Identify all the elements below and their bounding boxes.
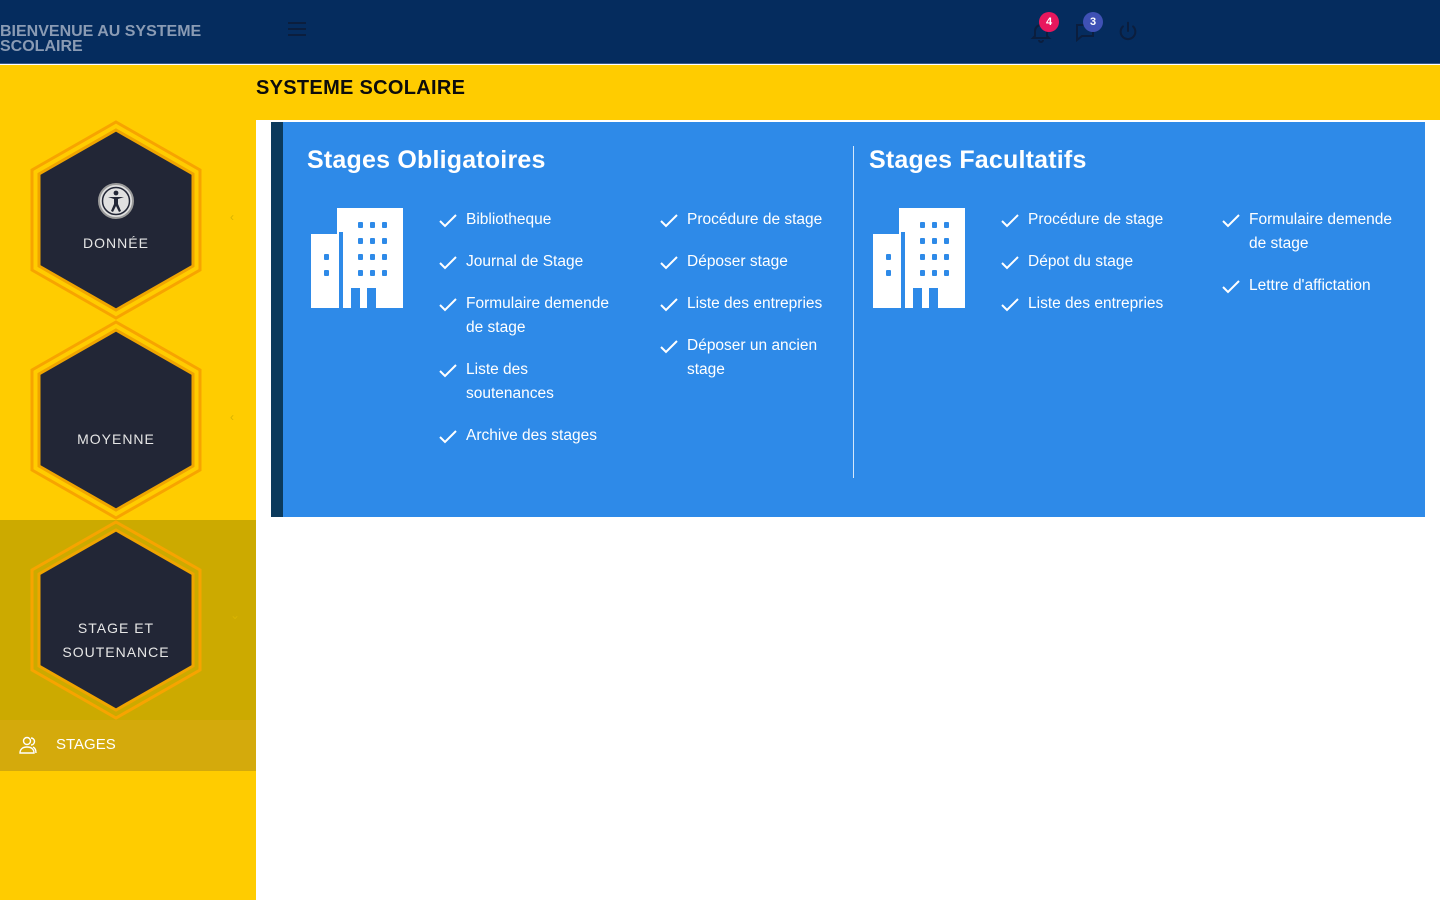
link-procedure-de-stage[interactable]: Procédure de stage (660, 208, 850, 232)
link-deposer-stage[interactable]: Déposer stage (660, 250, 850, 274)
sidebar-item-label: DONNÉE (83, 235, 149, 251)
stages-card: Stages Obligatoires Bibliotheque Journal… (271, 122, 1425, 517)
check-icon (660, 256, 678, 270)
link-depot-du-stage[interactable]: Dépot du stage (1001, 250, 1191, 274)
brand-title: BIENVENUE AU SYSTEME SCOLAIRE (0, 23, 202, 55)
building-icon (311, 208, 403, 308)
chevron-down-icon: ⌄ (230, 608, 241, 622)
chevron-left-icon: ‹ (230, 210, 234, 224)
page-header: SYSTEME SCOLAIRE (256, 65, 1440, 120)
check-icon (1001, 256, 1019, 270)
hexagon-badge: MOYENNE (28, 320, 204, 520)
check-icon (439, 298, 457, 312)
links-obligatoires-col2: Procédure de stage Déposer stage Liste d… (660, 208, 850, 400)
link-journal-de-stage[interactable]: Journal de Stage (439, 250, 629, 274)
accessibility-icon (98, 183, 134, 219)
logout-button[interactable] (1117, 20, 1141, 44)
check-icon (660, 340, 678, 354)
sidebar-item-label: MOYENNE (77, 431, 155, 447)
card-accent-bar (271, 122, 283, 517)
check-icon (1001, 298, 1019, 312)
link-procedure-de-stage-facultatif[interactable]: Procédure de stage (1001, 208, 1191, 232)
check-icon (1222, 280, 1240, 294)
link-liste-des-entreprises[interactable]: Liste des entrepries (660, 292, 850, 316)
link-archive-des-stages[interactable]: Archive des stages (439, 424, 629, 448)
building-icon (873, 208, 965, 308)
link-bibliotheque[interactable]: Bibliotheque (439, 208, 629, 232)
links-obligatoires-col1: Bibliotheque Journal de Stage Formulaire… (439, 208, 629, 466)
page-title: SYSTEME SCOLAIRE (256, 77, 466, 99)
sidebar-item-stage-soutenance[interactable]: STAGE ET SOUTENANCE ⌄ (0, 520, 256, 720)
check-icon (660, 298, 678, 312)
link-formulaire-demende-facultatif[interactable]: Formulaire demende de stage (1222, 208, 1412, 256)
sidebar: DONNÉE ‹ MOYENNE ‹ STAGE ET SOUTENANCE ⌄ (0, 65, 256, 900)
sidebar-subitem-label: STAGES (56, 736, 116, 753)
top-navbar: BIENVENUE AU SYSTEME SCOLAIRE 4 3 (0, 0, 1440, 64)
sidebar-item-label-line2: SOUTENANCE (62, 644, 170, 660)
users-icon (19, 736, 37, 754)
menu-toggle-icon[interactable] (288, 22, 306, 38)
check-icon (1222, 214, 1240, 228)
messages-badge: 3 (1083, 12, 1103, 32)
sidebar-item-moyenne[interactable]: MOYENNE ‹ (0, 320, 256, 520)
hexagon-badge: DONNÉE (28, 120, 204, 320)
links-facultatifs-col1: Procédure de stage Dépot du stage Liste … (1001, 208, 1191, 334)
check-icon (660, 214, 678, 228)
sidebar-item-label-line1: STAGE ET (77, 620, 155, 636)
section-title-obligatoires: Stages Obligatoires (307, 146, 546, 174)
link-liste-des-soutenances[interactable]: Liste des soutenances (439, 358, 579, 406)
check-icon (439, 214, 457, 228)
check-icon (439, 430, 457, 444)
messages-button[interactable]: 3 (1073, 12, 1103, 44)
notifications-button[interactable]: 4 (1029, 12, 1059, 44)
link-formulaire-demende[interactable]: Formulaire demende de stage (439, 292, 619, 340)
check-icon (439, 256, 457, 270)
power-icon (1119, 21, 1137, 41)
link-deposer-ancien-stage[interactable]: Déposer un ancien stage (660, 334, 830, 382)
link-lettre-affectation[interactable]: Lettre d'affictation (1222, 274, 1422, 298)
links-facultatifs-col2: Formulaire demende de stage Lettre d'aff… (1222, 208, 1422, 316)
hexagon-badge: STAGE ET SOUTENANCE (28, 520, 204, 720)
section-title-facultatifs: Stages Facultatifs (869, 146, 1087, 174)
section-divider (853, 146, 854, 478)
notifications-badge: 4 (1039, 12, 1059, 32)
check-icon (439, 364, 457, 378)
link-liste-des-entreprises-facultatif[interactable]: Liste des entrepries (1001, 292, 1191, 316)
sidebar-item-donnee[interactable]: DONNÉE ‹ (0, 120, 256, 320)
sidebar-subitem-stages[interactable]: STAGES (0, 720, 256, 771)
chevron-left-icon: ‹ (230, 410, 234, 424)
check-icon (1001, 214, 1019, 228)
